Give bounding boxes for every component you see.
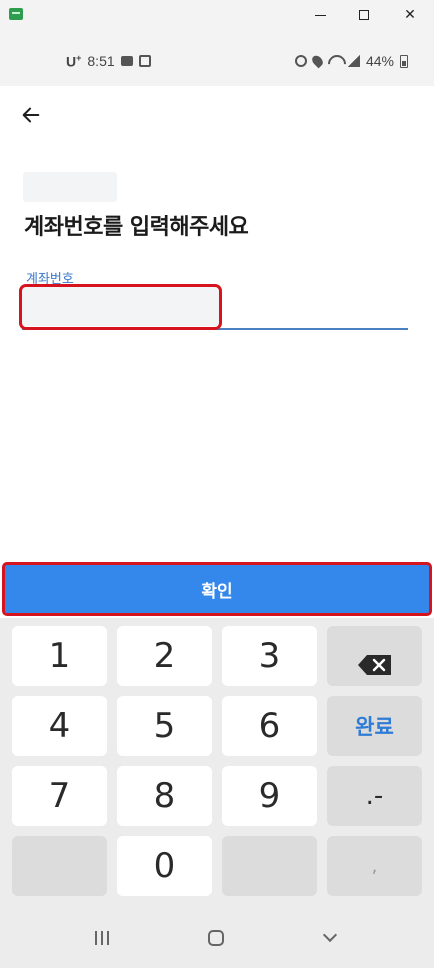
location-icon — [310, 53, 325, 69]
back-button[interactable] — [16, 100, 46, 130]
home-icon — [208, 930, 224, 946]
numeric-keypad: 1 2 3 4 5 6 완료 7 8 9 .- 0 , — [0, 618, 434, 908]
key-4[interactable]: 4 — [12, 696, 107, 756]
key-7[interactable]: 7 — [12, 766, 107, 826]
key-1[interactable]: 1 — [12, 626, 107, 686]
status-bar: U+ 8:51 44% — [0, 30, 434, 86]
key-3[interactable]: 3 — [222, 626, 317, 686]
nav-back-button[interactable] — [310, 926, 350, 950]
redacted-text — [23, 172, 117, 202]
chevron-down-icon — [322, 927, 338, 943]
backspace-icon — [357, 645, 393, 675]
recent-apps-icon — [95, 931, 109, 945]
key-2[interactable]: 2 — [117, 626, 212, 686]
message-icon — [120, 56, 133, 67]
wifi-icon — [328, 55, 342, 67]
confirm-button[interactable]: 확인 — [2, 562, 432, 616]
battery-percent: 44% — [365, 53, 394, 69]
dot-dash-key[interactable]: .- — [327, 766, 422, 826]
navigation-bar — [0, 908, 434, 968]
page-title: 계좌번호를 입력해주세요 — [24, 215, 249, 240]
minimize-icon — [314, 14, 326, 16]
window-titlebar: ✕ — [0, 0, 434, 30]
blank-key — [222, 836, 317, 896]
app-icon — [9, 8, 23, 20]
done-key[interactable]: 완료 — [327, 696, 422, 756]
maximize-icon — [359, 10, 369, 20]
close-icon: ✕ — [404, 7, 416, 23]
account-number-screen: 계좌번호를 입력해주세요 계좌번호 — [0, 86, 434, 560]
key-6[interactable]: 6 — [222, 696, 317, 756]
comma-key[interactable]: , — [327, 836, 422, 896]
alarm-icon — [294, 55, 307, 67]
backspace-key[interactable] — [327, 626, 422, 686]
account-number-input[interactable] — [22, 286, 408, 330]
arrow-left-icon — [22, 107, 40, 123]
maximize-button[interactable] — [344, 0, 384, 30]
key-5[interactable]: 5 — [117, 696, 212, 756]
status-time: 8:51 — [87, 53, 115, 70]
close-button[interactable]: ✕ — [390, 0, 430, 30]
key-0[interactable]: 0 — [117, 836, 212, 896]
account-number-label: 계좌번호 — [26, 272, 74, 287]
battery-icon — [400, 54, 408, 68]
carrier-label: U+ — [66, 53, 82, 70]
notification-icon — [138, 55, 151, 68]
minimize-button[interactable] — [300, 0, 340, 30]
signal-icon — [347, 55, 360, 67]
blank-key — [12, 836, 107, 896]
recent-apps-button[interactable] — [82, 926, 122, 950]
key-8[interactable]: 8 — [117, 766, 212, 826]
key-9[interactable]: 9 — [222, 766, 317, 826]
home-button[interactable] — [196, 926, 236, 950]
